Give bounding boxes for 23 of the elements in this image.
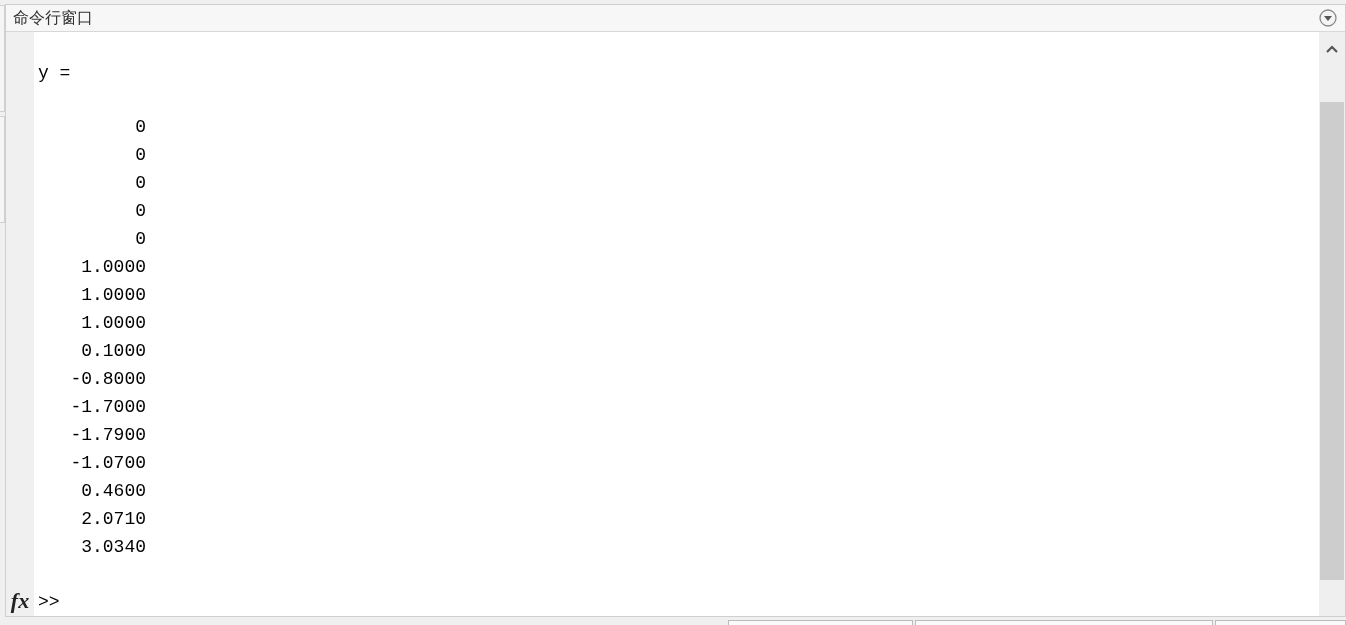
output-value: -1.0700 bbox=[69, 452, 148, 476]
scroll-up-icon[interactable] bbox=[1325, 44, 1339, 54]
output-line: y = bbox=[38, 61, 72, 85]
output-value: -1.7900 bbox=[69, 424, 148, 448]
output-value: 1.0000 bbox=[80, 284, 148, 308]
output-value: 0 bbox=[134, 172, 148, 196]
output-value: 0.1000 bbox=[80, 340, 148, 364]
output-value: 1.0000 bbox=[80, 312, 148, 336]
output-value: 0 bbox=[134, 116, 148, 140]
output-value: 0 bbox=[134, 200, 148, 224]
output-value: 2.0710 bbox=[80, 508, 148, 532]
scrollbar-thumb[interactable] bbox=[1320, 102, 1344, 580]
output-value: -0.8000 bbox=[69, 368, 148, 392]
output-value: 1.0000 bbox=[80, 256, 148, 280]
output-value: 0.4600 bbox=[80, 480, 148, 504]
dropdown-icon[interactable] bbox=[1319, 9, 1337, 27]
function-browser-button[interactable]: fx bbox=[10, 587, 30, 615]
output-value: 0 bbox=[134, 228, 148, 252]
output-value: -1.7000 bbox=[69, 396, 148, 420]
output-value: 3.0340 bbox=[80, 536, 148, 560]
panel-title: 命令行窗口 bbox=[13, 7, 93, 29]
command-prompt[interactable]: >> bbox=[38, 588, 1319, 616]
output-value: 0 bbox=[134, 144, 148, 168]
